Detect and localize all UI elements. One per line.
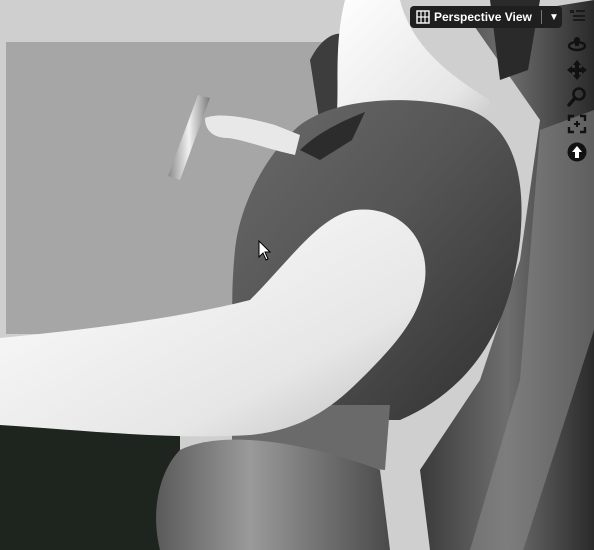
camera-view-icon <box>416 10 430 24</box>
orbit-icon[interactable] <box>565 31 589 55</box>
dropdown-arrow-icon[interactable]: ▼ <box>546 12 562 23</box>
pan-icon[interactable] <box>565 58 589 82</box>
camera-label: Perspective View <box>434 10 532 24</box>
scene-render <box>0 0 594 550</box>
viewport-options-icon[interactable] <box>565 4 589 28</box>
separator <box>541 10 542 24</box>
reset-view-icon[interactable] <box>565 140 589 164</box>
mouse-cursor-icon <box>258 240 272 261</box>
3d-viewport[interactable]: Perspective View ▼ <box>0 0 594 550</box>
dark-floor <box>0 420 180 550</box>
frame-icon[interactable] <box>565 112 589 136</box>
zoom-icon[interactable] <box>565 85 589 109</box>
camera-selector[interactable]: Perspective View ▼ <box>410 6 562 28</box>
